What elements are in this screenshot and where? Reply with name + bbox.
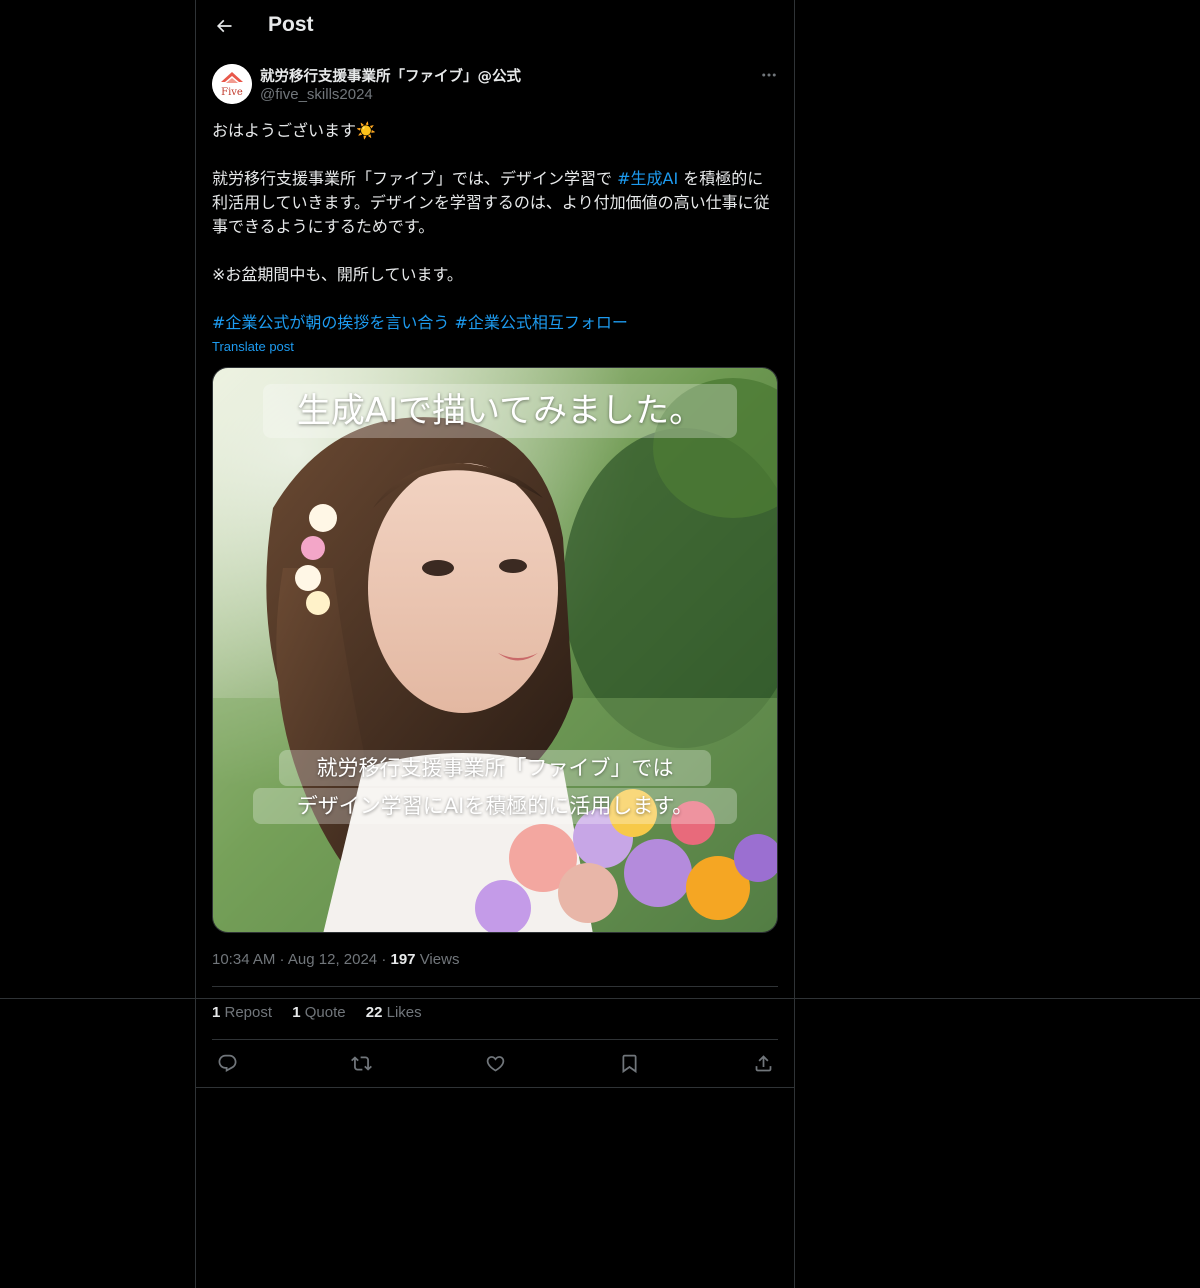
post-image[interactable]: 生成AIで描いてみました。 就労移行支援事業所「ファイブ」では デザイン学習にA… [212, 367, 778, 933]
share-icon [755, 1054, 771, 1071]
five-logo: Five [212, 64, 252, 104]
post-date[interactable]: Aug 12, 2024 [288, 951, 377, 968]
divider [196, 1087, 794, 1088]
repost-button[interactable] [346, 1048, 376, 1078]
hashtag-link[interactable]: #企業公式相互フォロー [455, 313, 628, 332]
share-button[interactable] [748, 1048, 778, 1078]
image-caption-top: 生成AIで描いてみました。 [263, 384, 737, 438]
divider [212, 986, 778, 987]
image-caption-line2: デザイン学習にAIを積極的に活用します。 [253, 788, 737, 824]
hashtag-link[interactable]: #企業公式が朝の挨拶を言い合う [212, 313, 449, 332]
reposts-stat[interactable]: 1 Repost [212, 1004, 272, 1021]
post-actions [212, 1046, 778, 1080]
avatar[interactable]: Five [212, 64, 252, 104]
quotes-label: Quote [300, 1004, 346, 1021]
svg-text:Five: Five [221, 87, 243, 98]
views-count: 197 [390, 951, 416, 968]
reply-icon [218, 1054, 236, 1072]
image-caption-line1: 就労移行支援事業所「ファイブ」では [279, 750, 711, 786]
like-button[interactable] [480, 1048, 510, 1078]
arrow-left-icon [216, 19, 232, 33]
hashtag-line: #企業公式が朝の挨拶を言い合う #企業公式相互フォロー [212, 311, 778, 335]
page-title: Post [268, 13, 314, 36]
likes-stat[interactable]: 22 Likes [366, 1004, 422, 1021]
hashtag-link[interactable]: #生成AI [617, 169, 678, 188]
bookmark-icon [622, 1054, 636, 1073]
meta-separator: · [377, 951, 391, 968]
likes-label: Likes [382, 1004, 422, 1021]
post-meta: 10:34 AM · Aug 12, 2024 · 197 Views [212, 951, 459, 968]
post-text: おはようございます☀️ 就労移行支援事業所「ファイブ」では、デザイン学習で #生… [212, 119, 778, 335]
quotes-stat[interactable]: 1 Quote [292, 1004, 345, 1021]
quotes-count: 1 [292, 1004, 301, 1021]
post-time[interactable]: 10:34 AM [212, 951, 275, 968]
reposts-label: Repost [220, 1004, 273, 1021]
generated-portrait-image [213, 368, 777, 932]
post-paragraph: 就労移行支援事業所「ファイブ」では、デザイン学習で #生成AI を積極的に利活用… [212, 167, 778, 239]
author-handle[interactable]: @five_skills2024 [260, 86, 373, 103]
greeting-line: おはようございます☀️ [212, 121, 376, 140]
main-column: Post Five 就労移行支援事業所「ファイブ」@公式 @five_skill… [195, 0, 795, 1288]
translate-post-link[interactable]: Translate post [212, 339, 294, 354]
bookmark-button[interactable] [614, 1048, 644, 1078]
meta-separator: · [275, 951, 288, 968]
repost-icon [350, 1055, 372, 1071]
more-options-button[interactable] [758, 64, 780, 86]
back-button[interactable] [208, 10, 240, 42]
author-display-name[interactable]: 就労移行支援事業所「ファイブ」@公式 [260, 65, 521, 86]
more-dots-icon [762, 73, 776, 77]
notice-line: ※お盆期間中も、開所しています。 [212, 265, 463, 284]
views-label: Views [415, 951, 460, 968]
divider [212, 1039, 778, 1040]
page-header: Post [196, 0, 794, 53]
like-icon [486, 1055, 504, 1072]
engagement-stats: 1 Repost 1 Quote 22 Likes [212, 1004, 438, 1021]
reply-button[interactable] [212, 1048, 242, 1078]
paragraph-text: 就労移行支援事業所「ファイブ」では、デザイン学習で [212, 169, 618, 188]
likes-count: 22 [365, 1004, 383, 1021]
